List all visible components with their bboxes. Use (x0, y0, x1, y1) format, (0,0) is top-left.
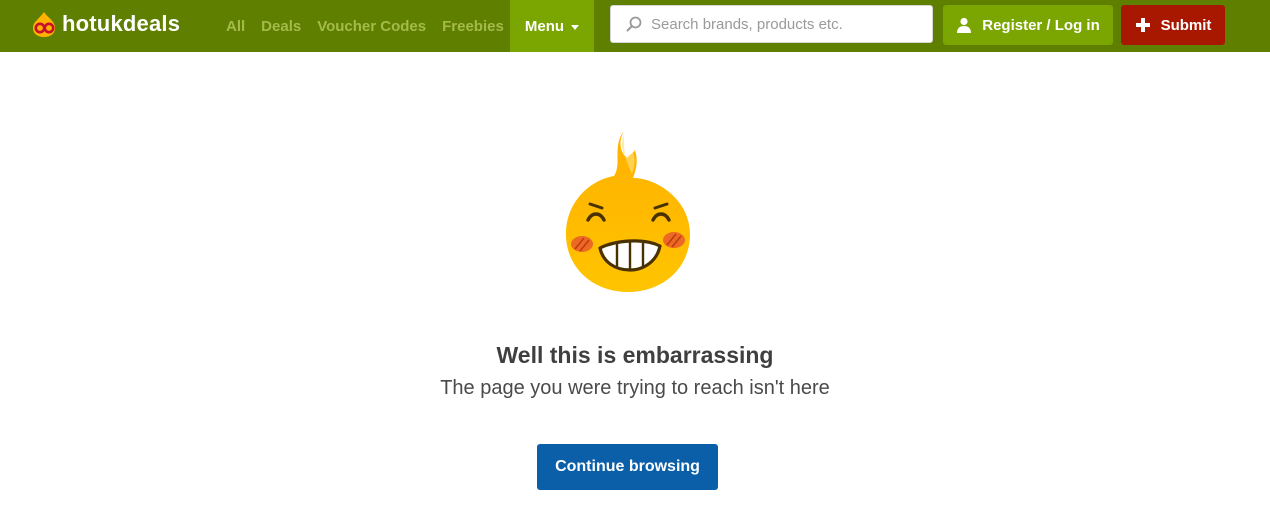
chevron-down-icon (571, 24, 580, 30)
search-icon (626, 16, 642, 32)
menu-button[interactable]: Menu (510, 0, 594, 52)
menu-label: Menu (524, 17, 565, 35)
submit-label: Submit (1160, 16, 1212, 34)
error-heading: Well this is embarrassing (496, 342, 774, 368)
nav-link-deals[interactable]: Deals (261, 18, 301, 35)
logo-text: hotukdeals (62, 11, 181, 36)
flame-mascot-icon (566, 131, 690, 292)
user-icon (957, 17, 972, 33)
nav-link-voucher-codes[interactable]: Voucher Codes (317, 18, 426, 35)
register-login-label: Register / Log in (982, 16, 1100, 34)
primary-nav: All Deals Voucher Codes Freebies (218, 0, 512, 52)
submit-button[interactable]: Submit (1121, 5, 1225, 45)
nav-link-freebies[interactable]: Freebies (442, 18, 504, 35)
nav-link-all[interactable]: All (226, 18, 245, 35)
register-login-button[interactable]: Register / Log in (943, 5, 1113, 45)
plus-icon (1135, 18, 1150, 32)
continue-browsing-button[interactable]: Continue browsing (537, 444, 718, 490)
error-subheading: The page you were trying to reach isn't … (440, 377, 830, 399)
site-logo[interactable]: hotukdeals (30, 9, 180, 39)
search-box[interactable] (610, 5, 933, 43)
search-input[interactable] (649, 14, 923, 34)
top-navigation-bar: hotukdeals All Deals Voucher Codes Freeb… (0, 0, 1270, 52)
hotukdeals-logo-icon (33, 12, 55, 37)
